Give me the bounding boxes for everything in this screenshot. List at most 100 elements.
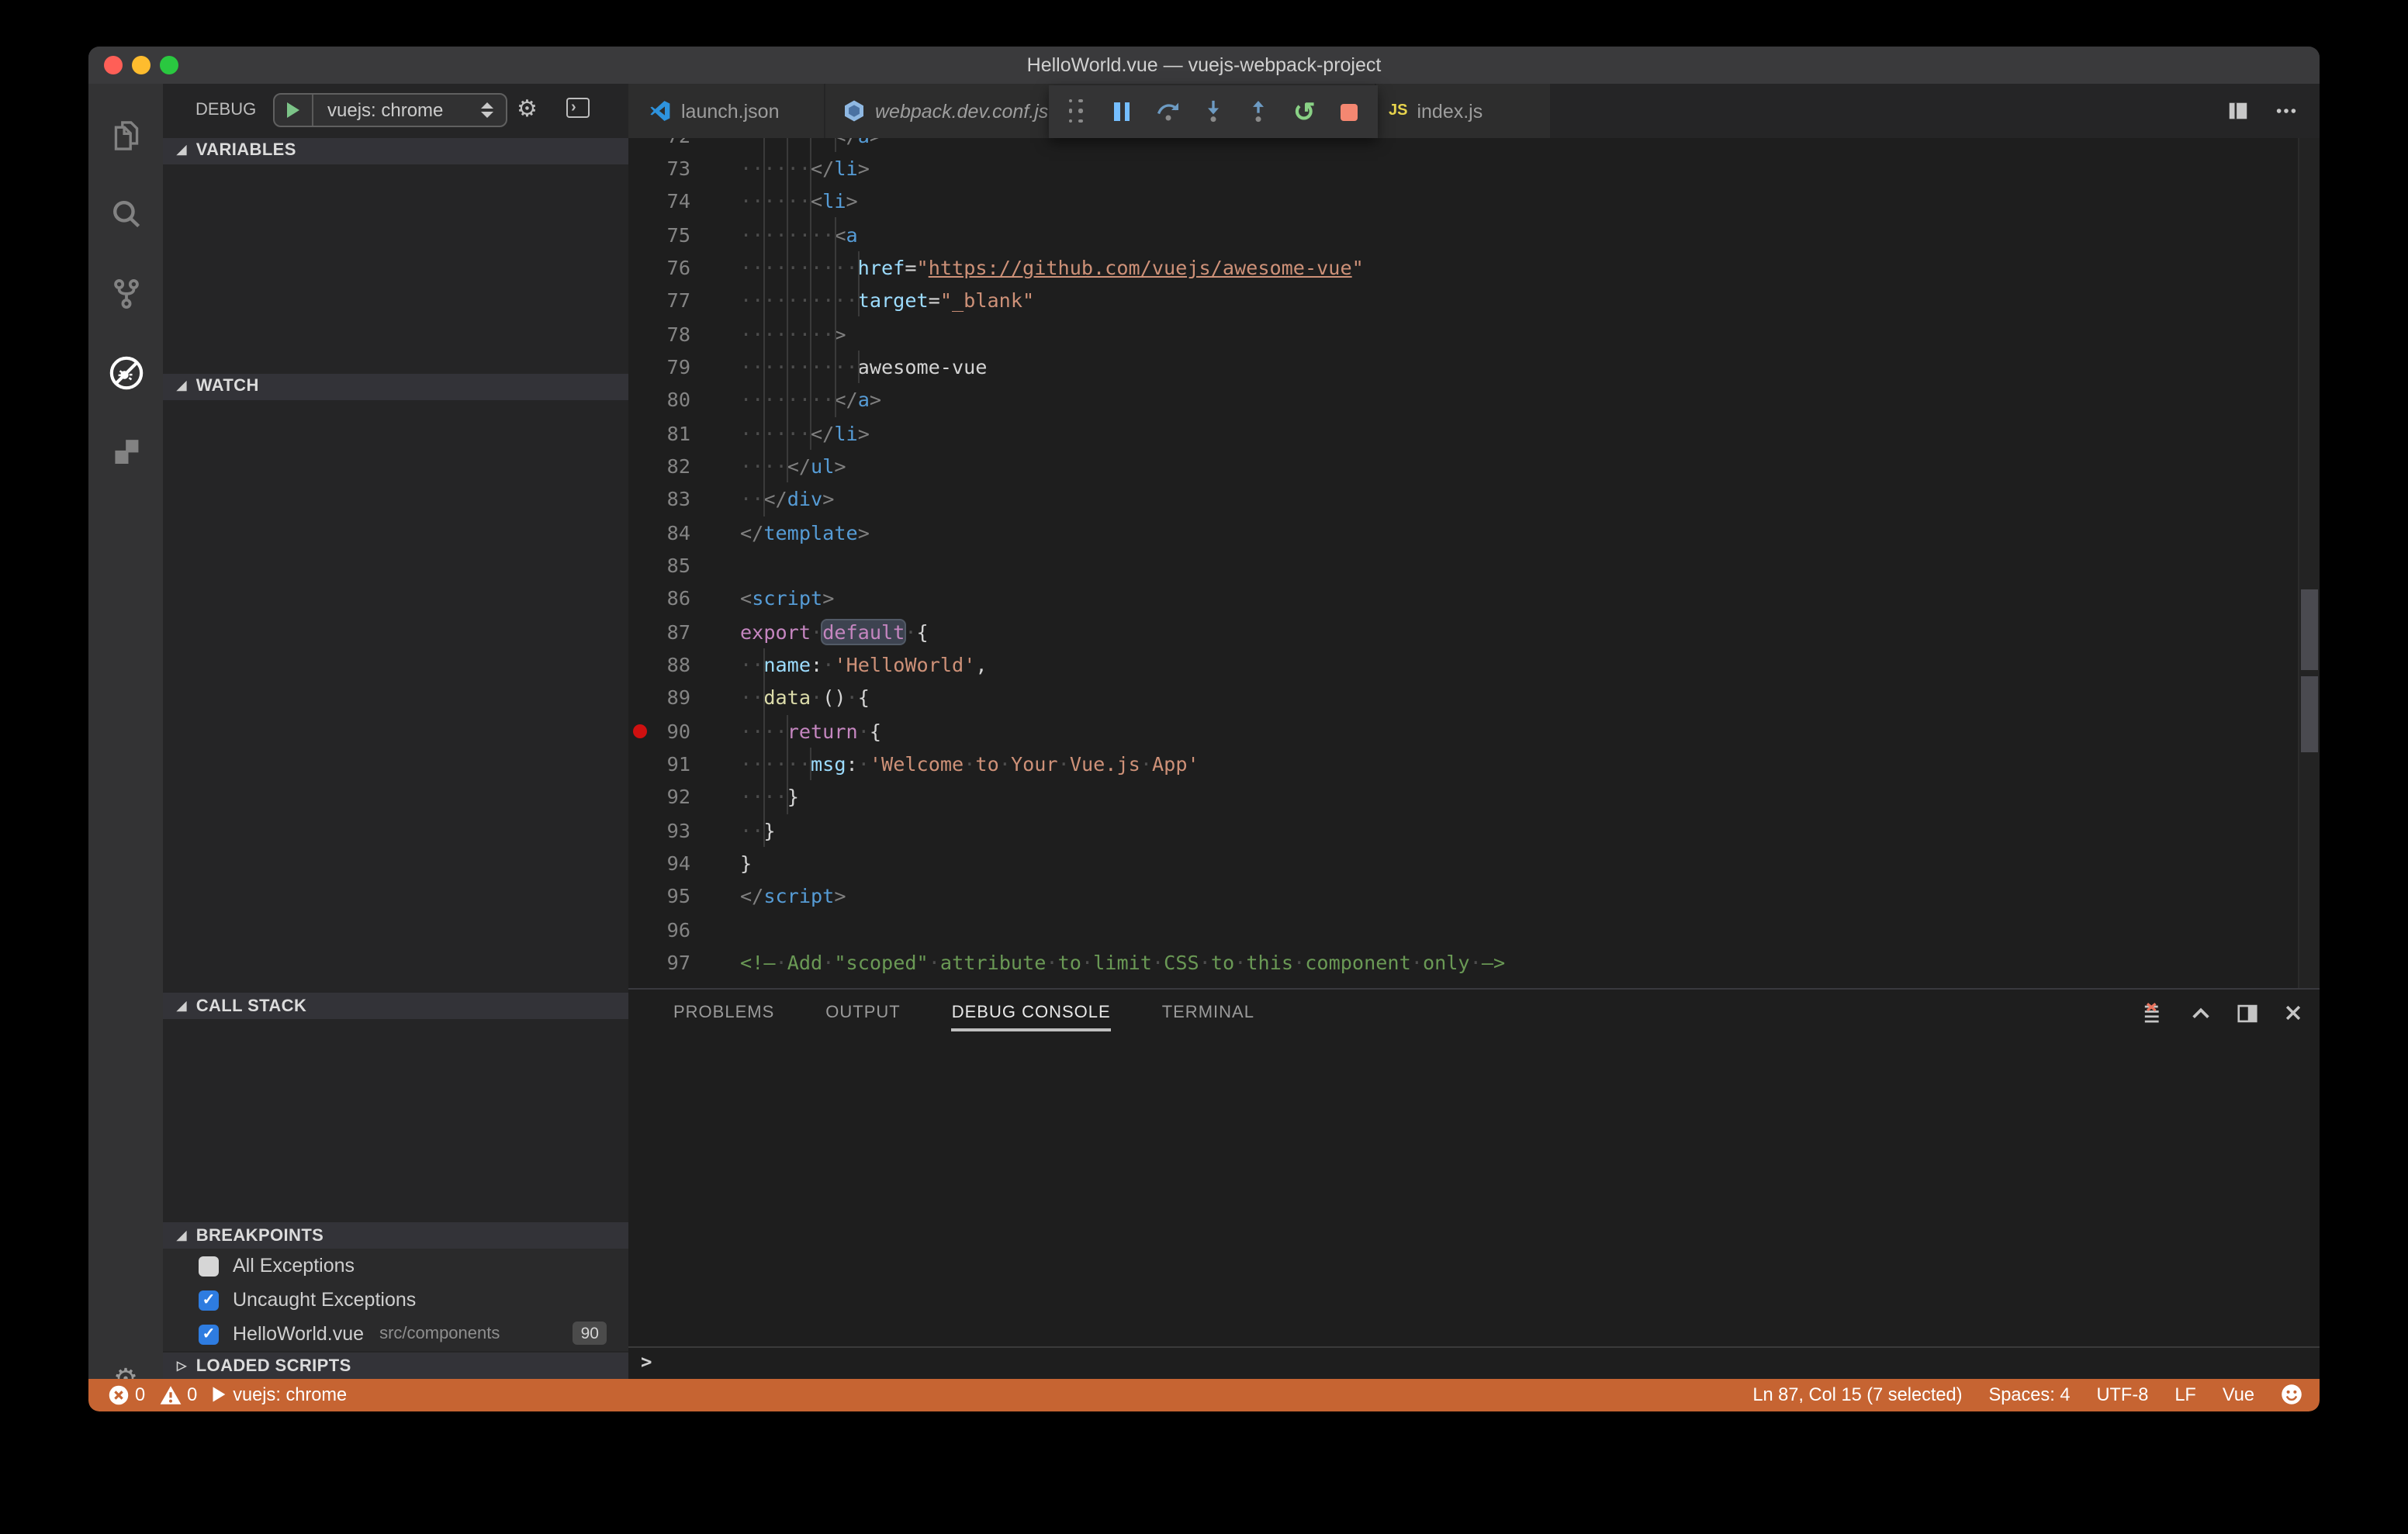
stop-button[interactable] bbox=[1333, 93, 1367, 130]
code-line: 78········> bbox=[628, 316, 2320, 351]
breakpoint-dot[interactable] bbox=[633, 724, 647, 738]
line-number-gutter[interactable]: 89 bbox=[628, 686, 740, 710]
line-number-gutter[interactable]: 85 bbox=[628, 554, 740, 577]
maximize-panel-icon[interactable] bbox=[2189, 1001, 2213, 1024]
indent-guide bbox=[810, 316, 812, 351]
line-number-gutter[interactable]: 95 bbox=[628, 885, 740, 908]
indent-guide bbox=[810, 185, 812, 218]
debug-console-input[interactable]: > bbox=[628, 1346, 2320, 1378]
line-number-gutter[interactable]: 80 bbox=[628, 389, 740, 412]
activity-bar bbox=[88, 84, 163, 1378]
status-item[interactable]: LF bbox=[2174, 1384, 2196, 1406]
clear-console-icon[interactable] bbox=[2143, 1001, 2166, 1024]
line-number-gutter[interactable]: 78 bbox=[628, 322, 740, 345]
editor-scrollbar[interactable] bbox=[2298, 138, 2320, 989]
status-play[interactable]: vuejs: chrome bbox=[211, 1384, 347, 1406]
launch-config-select[interactable]: vuejs: chrome bbox=[273, 93, 507, 127]
line-number-gutter[interactable]: 83 bbox=[628, 488, 740, 511]
line-number-gutter[interactable]: 93 bbox=[628, 819, 740, 842]
open-console-icon[interactable]: › bbox=[566, 98, 590, 118]
indent-guide bbox=[787, 217, 789, 251]
line-number-gutter[interactable]: 79 bbox=[628, 355, 740, 378]
line-number-gutter[interactable]: 97 bbox=[628, 951, 740, 974]
status-warning-triangle[interactable]: 0 bbox=[159, 1384, 197, 1406]
checkbox-checked[interactable]: ✓ bbox=[199, 1324, 219, 1344]
editor-tab-index.js[interactable]: JS index.js bbox=[1376, 84, 1552, 138]
panel-tab-problems[interactable]: PROBLEMS bbox=[673, 1003, 774, 1024]
code-line: 87 export · default ·{ bbox=[628, 615, 2320, 648]
feedback-smiley-icon[interactable] bbox=[2281, 1384, 2302, 1406]
drag-handle-icon[interactable] bbox=[1060, 93, 1094, 130]
indent-guide bbox=[787, 449, 789, 483]
breakpoint-row[interactable]: ✓ HelloWorld.vue src/components 90 bbox=[163, 1317, 628, 1351]
line-text: ······ </li > bbox=[740, 151, 2320, 185]
line-number-gutter[interactable]: 86 bbox=[628, 587, 740, 610]
explorer-icon[interactable] bbox=[88, 96, 163, 175]
split-panel-icon[interactable] bbox=[2236, 1001, 2259, 1024]
more-actions-icon[interactable] bbox=[2275, 99, 2298, 123]
title-bar[interactable]: HelloWorld.vue — vuejs-webpack-project bbox=[88, 47, 2320, 85]
line-number-gutter[interactable]: 90 bbox=[628, 720, 740, 743]
checkbox-unchecked[interactable] bbox=[199, 1256, 219, 1276]
line-number-gutter[interactable]: 73 bbox=[628, 157, 740, 180]
error-circle-icon bbox=[109, 1385, 129, 1405]
line-number-gutter[interactable]: 87 bbox=[628, 620, 740, 643]
code-editor[interactable]: 72········</a>73······</li>74······<li>7… bbox=[628, 138, 2320, 989]
line-text bbox=[740, 549, 2320, 582]
section-header-variables[interactable]: ◢ VARIABLES bbox=[163, 137, 628, 164]
section-header-breakpoints[interactable]: ◢ BREAKPOINTS bbox=[163, 1222, 628, 1249]
section-title: BREAKPOINTS bbox=[195, 1226, 324, 1245]
search-icon[interactable] bbox=[88, 175, 163, 254]
breakpoint-row[interactable]: All Exceptions bbox=[163, 1249, 628, 1283]
indent-guide bbox=[810, 747, 812, 781]
breakpoint-label: All Exceptions bbox=[233, 1255, 355, 1277]
step-over-button[interactable] bbox=[1150, 93, 1185, 130]
line-number-gutter[interactable]: 82 bbox=[628, 454, 740, 478]
panel-tab-output[interactable]: OUTPUT bbox=[825, 1003, 900, 1024]
source-control-icon[interactable] bbox=[88, 254, 163, 333]
checkbox-checked[interactable]: ✓ bbox=[199, 1290, 219, 1310]
pause-button[interactable] bbox=[1105, 93, 1140, 130]
start-debugging-button[interactable] bbox=[275, 95, 313, 126]
line-number-gutter[interactable]: 81 bbox=[628, 421, 740, 444]
extensions-icon[interactable] bbox=[88, 413, 163, 492]
line-number-gutter[interactable]: 88 bbox=[628, 653, 740, 676]
section-header-watch[interactable]: ◢ WATCH bbox=[163, 373, 628, 399]
editor-tab-launch.json[interactable]: launch.json bbox=[628, 84, 825, 138]
configure-gear-icon[interactable]: ⚙ bbox=[517, 96, 538, 124]
line-number-gutter[interactable]: 84 bbox=[628, 520, 740, 544]
line-number-gutter[interactable]: 77 bbox=[628, 289, 740, 313]
status-item[interactable]: Ln 87, Col 15 (7 selected) bbox=[1752, 1384, 1962, 1406]
line-number-gutter[interactable]: 91 bbox=[628, 752, 740, 776]
line-number-gutter[interactable]: 76 bbox=[628, 256, 740, 279]
line-number-gutter[interactable]: 94 bbox=[628, 852, 740, 875]
indent-guide bbox=[763, 416, 766, 450]
code-line: 74 ······ < li > bbox=[628, 185, 2320, 218]
indent-guide bbox=[787, 316, 789, 351]
status-item[interactable]: Vue bbox=[2223, 1384, 2254, 1406]
restart-button[interactable]: ↺ bbox=[1287, 93, 1321, 130]
status-item[interactable]: Spaces: 4 bbox=[1989, 1384, 2071, 1406]
window-title: HelloWorld.vue — vuejs-webpack-project bbox=[1026, 54, 1382, 76]
step-out-button[interactable] bbox=[1242, 93, 1276, 130]
panel-tab-debug-console[interactable]: DEBUG CONSOLE bbox=[951, 1003, 1112, 1031]
step-into-button[interactable] bbox=[1196, 93, 1230, 130]
status-error-circle[interactable]: 0 bbox=[109, 1384, 145, 1406]
close-panel-icon[interactable] bbox=[2282, 1002, 2304, 1024]
line-number-gutter[interactable]: 92 bbox=[628, 786, 740, 809]
breakpoint-row[interactable]: ✓ Uncaught Exceptions bbox=[163, 1283, 628, 1317]
status-item[interactable]: UTF-8 bbox=[2096, 1384, 2148, 1406]
tab-label: webpack.dev.conf.js bbox=[875, 100, 1049, 122]
line-number-gutter[interactable]: 74 bbox=[628, 190, 740, 213]
line-number-gutter[interactable]: 96 bbox=[628, 918, 740, 941]
split-editor-icon[interactable] bbox=[2226, 99, 2250, 123]
indent-guide bbox=[834, 217, 836, 251]
editor-tab-bar: launch.json webpack.dev.conf.js JS index.js bbox=[628, 84, 2320, 138]
section-header-call-stack[interactable]: ◢ CALL STACK bbox=[163, 993, 628, 1019]
line-number-gutter[interactable]: 72 bbox=[628, 138, 740, 147]
line-number-gutter[interactable]: 75 bbox=[628, 223, 740, 246]
section-header-loaded-scripts[interactable]: ▷ LOADED SCRIPTS bbox=[163, 1353, 628, 1378]
play-icon bbox=[211, 1386, 227, 1404]
debug-icon[interactable] bbox=[88, 333, 163, 413]
panel-tab-terminal[interactable]: TERMINAL bbox=[1162, 1003, 1254, 1024]
